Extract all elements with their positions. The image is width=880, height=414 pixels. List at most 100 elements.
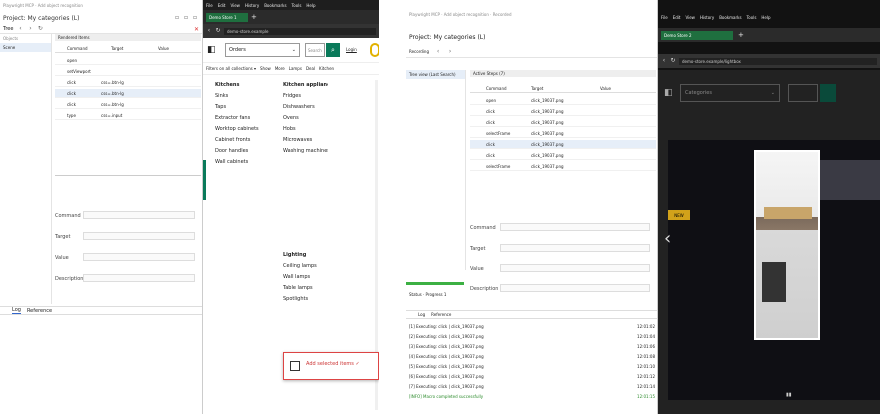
column-command[interactable]: Command	[55, 46, 95, 51]
table-row[interactable]: type css=.input	[55, 111, 201, 120]
delete-icon[interactable]: ▫	[192, 15, 198, 21]
table-row[interactable]: selectFrame click_19037.png	[470, 129, 656, 138]
table-row[interactable]: click css=.btn-lg	[55, 100, 201, 109]
column-value[interactable]: Value	[580, 86, 630, 91]
menu-item[interactable]: History	[245, 3, 259, 8]
target-field[interactable]	[83, 232, 195, 240]
command-field[interactable]	[500, 223, 650, 231]
table-row[interactable]: open click_19037.png	[470, 96, 656, 105]
target-field[interactable]	[500, 244, 650, 252]
search-button[interactable]: ⌕	[326, 43, 340, 57]
tab-reference[interactable]: Reference	[431, 312, 451, 317]
browser2-tab[interactable]: Demo Store 2	[661, 31, 733, 40]
search-input[interactable]	[788, 84, 818, 102]
forward-icon[interactable]: ›	[447, 48, 453, 55]
reload-icon[interactable]: ↻	[670, 58, 676, 64]
table-row[interactable]: selectFrame click_19037.png	[470, 162, 656, 171]
tab-log[interactable]: Log	[418, 312, 425, 317]
menu-link[interactable]: Door handles	[215, 146, 263, 157]
lightbox-image[interactable]	[754, 150, 820, 340]
new-tab-icon[interactable]: +	[738, 31, 744, 39]
left-sidebar-item[interactable]: Scene	[0, 43, 51, 52]
right-sidebar-item[interactable]: Tree view (Last Search)	[406, 70, 465, 79]
filters-dropdown[interactable]: Filters on all collections ▾	[206, 66, 256, 71]
back-icon[interactable]: ‹	[206, 28, 212, 34]
left-nav-label[interactable]: Tree	[3, 26, 13, 32]
table-row[interactable]: click css=.btn-lg	[55, 89, 201, 98]
command-field[interactable]	[83, 211, 195, 219]
menu-item[interactable]: File	[661, 15, 668, 20]
category-select[interactable]: Orders ⌄	[225, 43, 300, 57]
description-field[interactable]	[83, 274, 195, 282]
menu-link[interactable]: Wall cabinets	[215, 157, 263, 168]
cart-icon[interactable]	[370, 43, 379, 57]
menu-link[interactable]: Hobs	[283, 124, 328, 135]
subnav-link-0[interactable]: Show	[260, 66, 271, 71]
table-row[interactable]: click click_19037.png	[470, 118, 656, 127]
menu-item[interactable]: File	[206, 3, 213, 8]
column-target[interactable]: Target	[525, 86, 580, 91]
value-field[interactable]	[83, 253, 195, 261]
menu-link[interactable]: Cabinet fronts	[215, 135, 263, 146]
menu-item[interactable]: Edit	[673, 15, 681, 20]
subnav-link-1[interactable]: More	[275, 66, 285, 71]
tab-log[interactable]: Log	[12, 307, 21, 314]
copy-icon[interactable]: ▫	[183, 15, 189, 21]
close-icon[interactable]: ✕	[194, 26, 199, 33]
subnav-link-3[interactable]: Deal	[306, 66, 315, 71]
menu-link[interactable]: Wall lamps	[283, 272, 328, 283]
menu-item[interactable]: Bookmarks	[719, 15, 741, 20]
right-address[interactable]: Playwright MCP · Add object recognition …	[409, 12, 512, 17]
menu-link[interactable]: Washing machines	[283, 146, 328, 157]
browser2-address[interactable]: demo-store.example/lightbox	[679, 57, 877, 65]
site-search-input[interactable]: Search	[305, 43, 325, 57]
back-icon[interactable]: ‹	[661, 58, 667, 64]
back-icon[interactable]: ‹	[435, 48, 441, 55]
reload-icon[interactable]: ↻	[215, 28, 221, 34]
carousel-prev-icon[interactable]: ‹	[664, 228, 671, 249]
menu-link[interactable]: Microwaves	[283, 135, 328, 146]
menu-item[interactable]: Tools	[292, 3, 302, 8]
table-row[interactable]: click click_19037.png	[470, 151, 656, 160]
subnav-link-2[interactable]: Lamps	[289, 66, 302, 71]
login-link[interactable]: Login	[346, 47, 357, 52]
browser1-tab[interactable]: Demo Store 1	[206, 13, 248, 22]
pager-icon[interactable]: ▮▮	[786, 392, 792, 398]
table-row[interactable]: open	[55, 56, 201, 65]
column-target[interactable]: Target	[95, 46, 140, 51]
category-select[interactable]: Categories ⌄	[680, 84, 780, 102]
menu-item[interactable]: Edit	[218, 3, 226, 8]
menu-item[interactable]: History	[700, 15, 714, 20]
description-field[interactable]	[500, 284, 650, 292]
subnav-link-4[interactable]: Kitchen	[319, 66, 334, 71]
left-address[interactable]: Playwright MCP · Add object recognition	[3, 3, 199, 8]
menu-item[interactable]: View	[685, 15, 695, 20]
menu-link[interactable]: Taps	[215, 102, 263, 113]
tab-reference[interactable]: Reference	[27, 308, 52, 314]
search-button[interactable]	[820, 84, 836, 102]
table-row[interactable]: click click_19037.png	[470, 140, 656, 149]
value-field[interactable]	[500, 264, 650, 272]
menu-link[interactable]: Fridges	[283, 91, 328, 102]
menu-item[interactable]: View	[230, 3, 240, 8]
menu-item[interactable]: Tools	[747, 15, 757, 20]
menu-item[interactable]: Bookmarks	[264, 3, 286, 8]
table-row[interactable]: click click_19037.png	[470, 107, 656, 116]
menu-link[interactable]: Ovens	[283, 113, 328, 124]
refresh-icon[interactable]: ↻	[37, 26, 43, 32]
menu-item[interactable]: Help	[761, 15, 770, 20]
menu-link[interactable]: Table lamps	[283, 283, 328, 294]
browser1-address[interactable]: demo-store.example	[224, 27, 376, 35]
menu-link[interactable]: Extractor fans	[215, 113, 263, 124]
menu-link[interactable]: Sinks	[215, 91, 263, 102]
right-nav-label[interactable]: Recording	[409, 49, 429, 54]
menu-link[interactable]: Worktop cabinets	[215, 124, 263, 135]
column-value[interactable]: Value	[140, 46, 180, 51]
table-row[interactable]: setViewport	[55, 67, 201, 76]
add-items-popup[interactable]: Add selected items ✓	[283, 352, 379, 380]
back-icon[interactable]: ‹	[17, 26, 23, 32]
table-row[interactable]: click css=.btn-lg	[55, 78, 201, 87]
new-tab-icon[interactable]: +	[251, 13, 257, 21]
menu-link[interactable]: Dishwashers	[283, 102, 328, 113]
menu-link[interactable]: Ceiling lamps	[283, 261, 328, 272]
